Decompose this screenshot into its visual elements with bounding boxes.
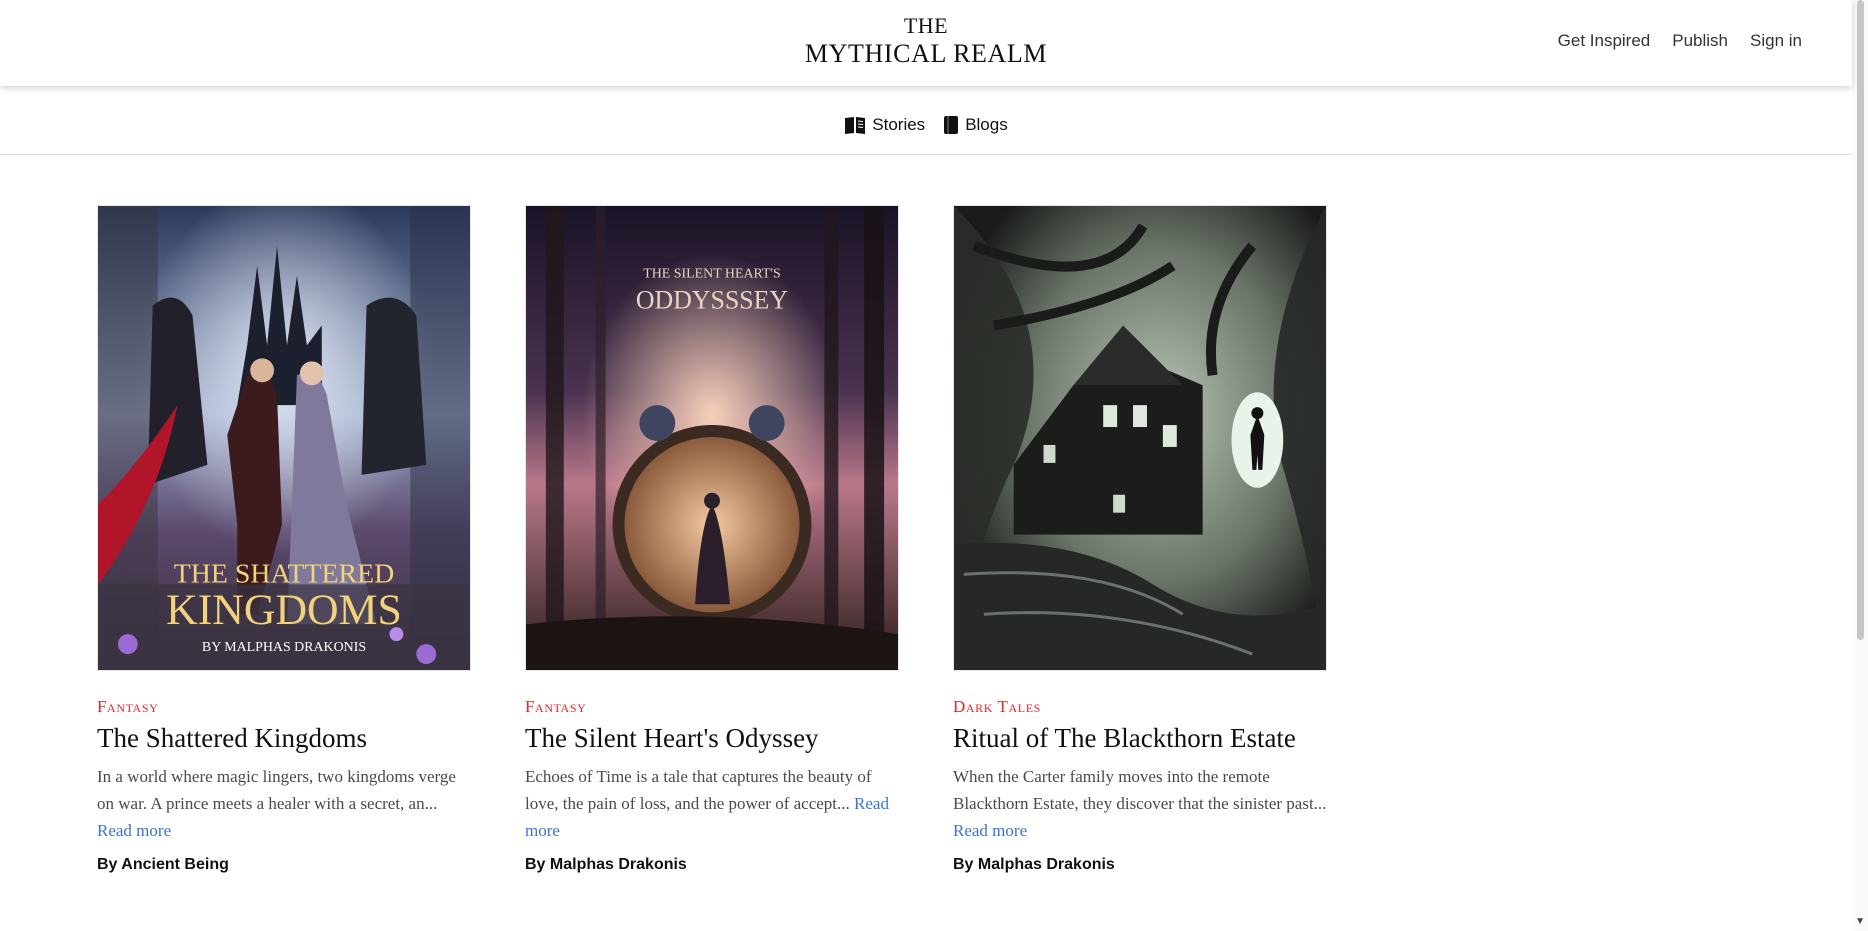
scroll-down-arrow-icon[interactable]: ▼ [1855,916,1865,927]
site-header: THE MYTHICAL REALM Get Inspired Publish … [0,0,1852,86]
story-category[interactable]: Fantasy [525,697,899,717]
story-title[interactable]: Ritual of The Blackthorn Estate [953,721,1327,755]
cover-title-line1: THE SHATTERED [174,558,394,589]
page-scrollbar[interactable]: ▼ [1852,0,1868,931]
tab-stories-label: Stories [872,115,926,134]
story-author[interactable]: By Ancient Being [97,856,471,874]
description-text: In a world where magic lingers, two king… [97,767,456,813]
nav-get-inspired[interactable]: Get Inspired [1558,31,1651,51]
story-description: Echoes of Time is a tale that captures t… [525,763,899,844]
nav-sign-in[interactable]: Sign in [1750,31,1802,51]
cover-image[interactable]: THE SILENT HEART'S ODDYSSSEY [525,205,899,671]
story-title[interactable]: The Silent Heart's Odyssey [525,721,899,755]
tab-blogs-label: Blogs [965,115,1008,134]
story-grid: THE SHATTERED KINGDOMS BY MALPHAS DRAKON… [97,205,1327,874]
cover-title-line2: ODDYSSSEY [636,286,789,315]
book-icon [943,115,959,135]
story-title[interactable]: The Shattered Kingdoms [97,721,471,755]
description-text: Echoes of Time is a tale that captures t… [525,767,872,813]
story-card[interactable]: Dark Tales Ritual of The Blackthorn Esta… [953,205,1327,874]
story-category[interactable]: Dark Tales [953,697,1327,717]
scrollbar-thumb[interactable] [1857,0,1864,640]
cover-author: BY MALPHAS DRAKONIS [202,640,366,655]
story-author[interactable]: By Malphas Drakonis [953,856,1327,874]
story-description: In a world where magic lingers, two king… [97,763,471,844]
cover-title-line1: THE SILENT HEART'S [643,267,780,282]
cover-image[interactable] [953,205,1327,671]
read-more-link[interactable]: Read more [97,821,171,840]
story-description: When the Carter family moves into the re… [953,763,1327,844]
story-card[interactable]: THE SILENT HEART'S ODDYSSSEY Fantasy The… [525,205,899,874]
story-card[interactable]: THE SHATTERED KINGDOMS BY MALPHAS DRAKON… [97,205,471,874]
story-category[interactable]: Fantasy [97,697,471,717]
nav-publish[interactable]: Publish [1672,31,1728,51]
top-nav: Get Inspired Publish Sign in [1558,31,1802,51]
open-book-icon [844,115,866,135]
category-nav: Stories Blogs [0,86,1852,155]
cover-title-line2: KINGDOMS [166,586,402,634]
description-text: When the Carter family moves into the re… [953,767,1327,813]
cover-image[interactable]: THE SHATTERED KINGDOMS BY MALPHAS DRAKON… [97,205,471,671]
story-author[interactable]: By Malphas Drakonis [525,856,899,874]
read-more-link[interactable]: Read more [953,821,1027,840]
tab-stories[interactable]: Stories [844,115,925,135]
tab-blogs[interactable]: Blogs [943,115,1008,135]
